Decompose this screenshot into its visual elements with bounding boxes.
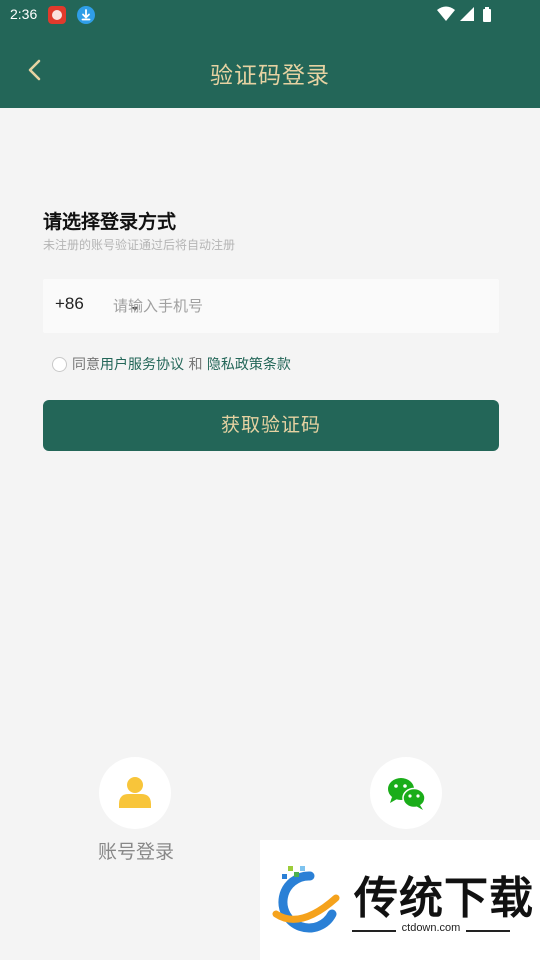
system-status-icons: [436, 6, 506, 28]
page-title: 验证码登录: [210, 63, 330, 89]
agree-prefix: 同意: [72, 357, 100, 373]
app-notification-icon: [48, 6, 66, 24]
ctdown-logo-icon: [272, 866, 340, 933]
status-bar: 2:36: [0, 0, 540, 30]
phone-input-row: +86: [43, 279, 499, 333]
wifi-icon: [437, 6, 455, 21]
cellular-signal-icon: [460, 7, 474, 21]
download-icon: [77, 6, 95, 24]
app-bar: 验证码登录: [0, 30, 540, 108]
wechat-login-button[interactable]: [370, 757, 442, 829]
watermark-overlay: 传统下载 ctdown.com: [260, 840, 540, 960]
account-login-button[interactable]: [99, 757, 171, 829]
and-text: 和: [184, 357, 207, 373]
wechat-icon: [388, 778, 426, 810]
battery-icon: [483, 7, 491, 22]
privacy-policy-link[interactable]: 隐私政策条款: [207, 357, 291, 373]
watermark-brand: 传统下载: [354, 873, 534, 924]
watermark-url: ctdown.com: [401, 922, 461, 934]
auto-register-hint: 未注册的账号验证通过后将自动注册: [43, 238, 236, 252]
agreement-checkbox[interactable]: [52, 357, 67, 372]
phone-number-input[interactable]: [113, 279, 493, 333]
get-verification-code-button[interactable]: 获取验证码: [43, 400, 499, 451]
login-method-heading: 请选择登录方式: [43, 211, 177, 233]
agreement-text: 同意用户服务协议 和 隐私政策条款: [72, 354, 291, 374]
country-code-selector[interactable]: +86: [55, 294, 84, 314]
watermark-divider-right: [466, 930, 510, 932]
person-icon: [119, 777, 151, 808]
account-login-label[interactable]: 账号登录: [86, 837, 186, 864]
user-agreement-link[interactable]: 用户服务协议: [100, 357, 184, 373]
status-time: 2:36: [10, 6, 38, 22]
